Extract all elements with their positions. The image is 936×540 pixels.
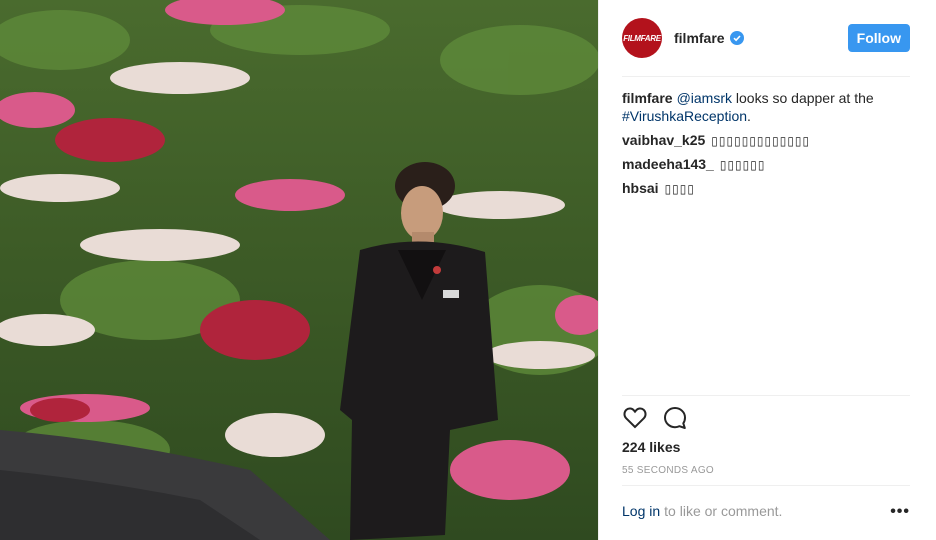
post-details-panel: FILMFARE filmfare Follow filmfare @iamsrk… bbox=[598, 0, 936, 540]
avatar[interactable]: FILMFARE bbox=[622, 18, 662, 58]
account-username[interactable]: filmfare bbox=[674, 30, 725, 46]
follow-button[interactable]: Follow bbox=[847, 24, 910, 52]
post-actions bbox=[622, 405, 702, 431]
likes-count[interactable]: 224 likes bbox=[622, 439, 680, 455]
caption-hashtag[interactable]: #VirushkaReception bbox=[622, 108, 747, 124]
comment-text: ▯▯▯▯▯▯ bbox=[719, 158, 766, 172]
comment-icon[interactable] bbox=[662, 405, 688, 431]
photo-image bbox=[0, 0, 598, 540]
caption-username[interactable]: filmfare bbox=[622, 90, 673, 106]
post-header: FILMFARE filmfare Follow bbox=[622, 16, 910, 60]
comment-username[interactable]: madeeha143_ bbox=[622, 156, 714, 172]
login-text: to like or comment. bbox=[664, 503, 783, 519]
login-prompt: Log in to like or comment. ••• bbox=[622, 503, 910, 521]
comment-item: vaibhav_k25 ▯▯▯▯▯▯▯▯▯▯▯▯▯ bbox=[622, 131, 912, 150]
account-info: filmfare bbox=[674, 30, 848, 46]
post-photo[interactable] bbox=[0, 0, 598, 540]
caption-mention[interactable]: @iamsrk bbox=[677, 90, 732, 106]
post-timestamp: 55 SECONDS AGO bbox=[622, 465, 715, 476]
heart-icon[interactable] bbox=[622, 405, 648, 431]
comment-username[interactable]: vaibhav_k25 bbox=[622, 132, 705, 148]
verified-badge-icon bbox=[729, 31, 744, 45]
comment-text: ▯▯▯▯ bbox=[664, 182, 695, 196]
footer-divider bbox=[622, 485, 910, 486]
caption-text: looks so dapper at the bbox=[735, 90, 874, 106]
caption-end: . bbox=[747, 108, 751, 124]
comment-username[interactable]: hbsai bbox=[622, 180, 659, 196]
header-divider bbox=[622, 76, 910, 77]
comment-item: madeeha143_ ▯▯▯▯▯▯ bbox=[622, 155, 912, 174]
login-link[interactable]: Log in bbox=[622, 503, 660, 519]
avatar-text: FILMFARE bbox=[623, 33, 661, 43]
comment-item: hbsai ▯▯▯▯ bbox=[622, 179, 912, 198]
actions-divider bbox=[622, 395, 910, 396]
comment-text: ▯▯▯▯▯▯▯▯▯▯▯▯▯ bbox=[711, 134, 811, 148]
more-options-icon[interactable]: ••• bbox=[890, 503, 910, 521]
post-caption: filmfare @iamsrk looks so dapper at the #… bbox=[622, 89, 912, 125]
